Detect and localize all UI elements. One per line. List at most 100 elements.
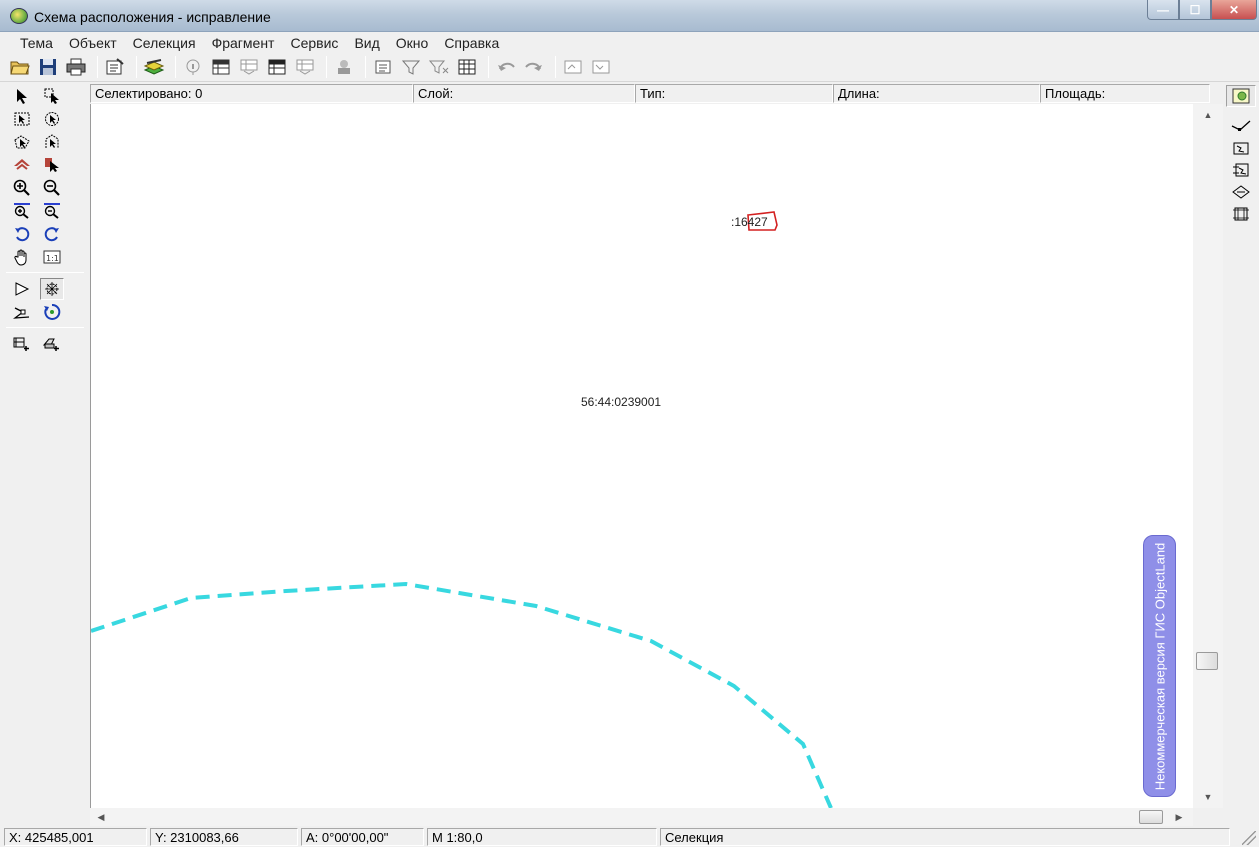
filter-clear-icon[interactable] bbox=[427, 55, 451, 79]
parcel-number-label: :16427 bbox=[731, 215, 768, 229]
window-icon[interactable] bbox=[561, 55, 585, 79]
svg-text:1:1: 1:1 bbox=[46, 254, 59, 263]
left-tool-palette: 1:1 bbox=[0, 82, 90, 803]
horizontal-scroll-thumb[interactable] bbox=[1139, 810, 1163, 824]
menu-fragment[interactable]: Фрагмент bbox=[204, 32, 283, 53]
toolbar-separator bbox=[555, 56, 556, 78]
map-canvas[interactable]: :16427 56:44:0239001 bbox=[90, 104, 1193, 808]
rhombus-tool-icon[interactable] bbox=[1226, 181, 1256, 203]
select-circle-icon[interactable] bbox=[40, 108, 64, 130]
length-field: Длина: bbox=[833, 84, 1040, 103]
edit-vertices-icon[interactable] bbox=[10, 301, 34, 323]
window-alt-icon[interactable] bbox=[589, 55, 613, 79]
status-x-coordinate: X: 425485,001 bbox=[4, 828, 147, 846]
boundary-dashed-line bbox=[91, 581, 833, 808]
zoom-in-fixed-icon[interactable] bbox=[10, 200, 34, 222]
select-polygon-icon[interactable] bbox=[10, 131, 34, 153]
table-grey2-icon[interactable] bbox=[293, 55, 317, 79]
menu-window[interactable]: Окно bbox=[388, 32, 437, 53]
polygon-edit-icon[interactable] bbox=[1226, 159, 1256, 181]
frame-tool-icon[interactable] bbox=[1226, 203, 1256, 225]
status-y-coordinate: Y: 2310083,66 bbox=[150, 828, 298, 846]
window-controls: — ☐ ✕ bbox=[1147, 0, 1257, 22]
scroll-right-arrow-icon[interactable]: ▶ bbox=[1170, 808, 1188, 826]
redo-icon[interactable] bbox=[522, 55, 546, 79]
close-button[interactable]: ✕ bbox=[1211, 0, 1257, 20]
menu-tema[interactable]: Тема bbox=[12, 32, 61, 53]
table-icon[interactable] bbox=[209, 55, 233, 79]
print-icon[interactable] bbox=[64, 55, 88, 79]
select-arrow-icon[interactable] bbox=[10, 85, 34, 107]
main-toolbar bbox=[0, 53, 1259, 82]
undo-icon[interactable] bbox=[494, 55, 518, 79]
toolbar-separator bbox=[488, 56, 489, 78]
toolbar-separator bbox=[136, 56, 137, 78]
select-polyline-icon[interactable] bbox=[40, 131, 64, 153]
edit-nodes-icon[interactable] bbox=[40, 277, 64, 300]
area-field: Площадь: bbox=[1040, 84, 1210, 103]
zoom-out-icon[interactable] bbox=[40, 177, 64, 199]
layer-object-icon[interactable] bbox=[332, 55, 356, 79]
select-rect-icon[interactable] bbox=[10, 108, 34, 130]
object-land-icon[interactable] bbox=[1226, 85, 1256, 107]
toolbar-separator bbox=[175, 56, 176, 78]
type-field: Тип: bbox=[635, 84, 833, 103]
scale-one-to-one-icon[interactable]: 1:1 bbox=[40, 246, 64, 268]
minimize-button[interactable]: — bbox=[1147, 0, 1179, 20]
layer-field: Слой: bbox=[413, 84, 635, 103]
map-drawing bbox=[91, 211, 833, 808]
select-layer-icon[interactable] bbox=[10, 154, 34, 176]
status-bar: X: 425485,001 Y: 2310083,66 A: 0°00'00,0… bbox=[0, 826, 1259, 847]
polygon-tool-icon[interactable] bbox=[1226, 137, 1256, 159]
menu-service[interactable]: Сервис bbox=[282, 32, 346, 53]
horizontal-scrollbar[interactable]: ◀ ▶ bbox=[90, 808, 1193, 826]
grid-icon[interactable] bbox=[455, 55, 479, 79]
menu-help[interactable]: Справка bbox=[436, 32, 507, 53]
zoom-in-icon[interactable] bbox=[10, 177, 34, 199]
filter-icon[interactable] bbox=[399, 55, 423, 79]
select-red-arrow-icon[interactable] bbox=[40, 154, 64, 176]
open-folder-icon[interactable] bbox=[8, 55, 32, 79]
toolbar-separator bbox=[97, 56, 98, 78]
resize-grip-icon[interactable] bbox=[1242, 831, 1256, 845]
rotate-left-icon[interactable] bbox=[10, 223, 34, 245]
table-grey-icon[interactable] bbox=[237, 55, 261, 79]
toolbar-separator bbox=[326, 56, 327, 78]
cadastral-block-label: 56:44:0239001 bbox=[581, 395, 662, 409]
rotate-right-icon[interactable] bbox=[40, 223, 64, 245]
select-box-icon[interactable] bbox=[40, 85, 64, 107]
layers-icon[interactable] bbox=[142, 55, 166, 79]
scroll-up-arrow-icon[interactable]: ▲ bbox=[1193, 106, 1223, 124]
pan-hand-icon[interactable] bbox=[10, 246, 34, 268]
table-dark-icon[interactable] bbox=[265, 55, 289, 79]
vertical-scrollbar[interactable]: ▲ ▼ bbox=[1193, 104, 1223, 808]
menu-selection[interactable]: Селекция bbox=[125, 32, 204, 53]
scroll-left-arrow-icon[interactable]: ◀ bbox=[92, 808, 110, 826]
selected-count-field: Селектировано: 0 bbox=[90, 84, 413, 103]
app-globe-icon bbox=[10, 8, 28, 24]
toolbar-separator bbox=[365, 56, 366, 78]
properties-icon[interactable] bbox=[103, 55, 127, 79]
noncommercial-banner: Некоммерческая версия ГИС ObjectLand bbox=[1143, 535, 1176, 797]
list-icon[interactable] bbox=[371, 55, 395, 79]
title-bar: Схема расположения - исправление — ☐ ✕ bbox=[0, 0, 1259, 32]
selection-info-bar: Селектировано: 0 Слой: Тип: Длина: Площа… bbox=[90, 84, 1210, 103]
zoom-out-fixed-icon[interactable] bbox=[40, 200, 64, 222]
palette-separator bbox=[6, 272, 84, 273]
menu-bar: Тема Объект Селекция Фрагмент Сервис Вид… bbox=[0, 32, 1259, 53]
save-icon[interactable] bbox=[36, 55, 60, 79]
scroll-down-arrow-icon[interactable]: ▼ bbox=[1193, 788, 1223, 806]
polyline-tool-icon[interactable] bbox=[1226, 115, 1256, 137]
vertical-scroll-thumb[interactable] bbox=[1196, 652, 1218, 670]
add-object-icon[interactable] bbox=[10, 333, 34, 355]
rotate-object-icon[interactable] bbox=[40, 301, 64, 323]
pointer-outline-icon[interactable] bbox=[10, 278, 34, 300]
status-angle: A: 0°00'00,00" bbox=[301, 828, 424, 846]
banner-text: Некоммерческая версия ГИС ObjectLand bbox=[1152, 542, 1168, 790]
maximize-button[interactable]: ☐ bbox=[1179, 0, 1211, 20]
window-title: Схема расположения - исправление bbox=[34, 9, 271, 25]
menu-view[interactable]: Вид bbox=[346, 32, 387, 53]
menu-object[interactable]: Объект bbox=[61, 32, 125, 53]
add-layer-icon[interactable] bbox=[40, 333, 64, 355]
info-icon[interactable] bbox=[181, 55, 205, 79]
